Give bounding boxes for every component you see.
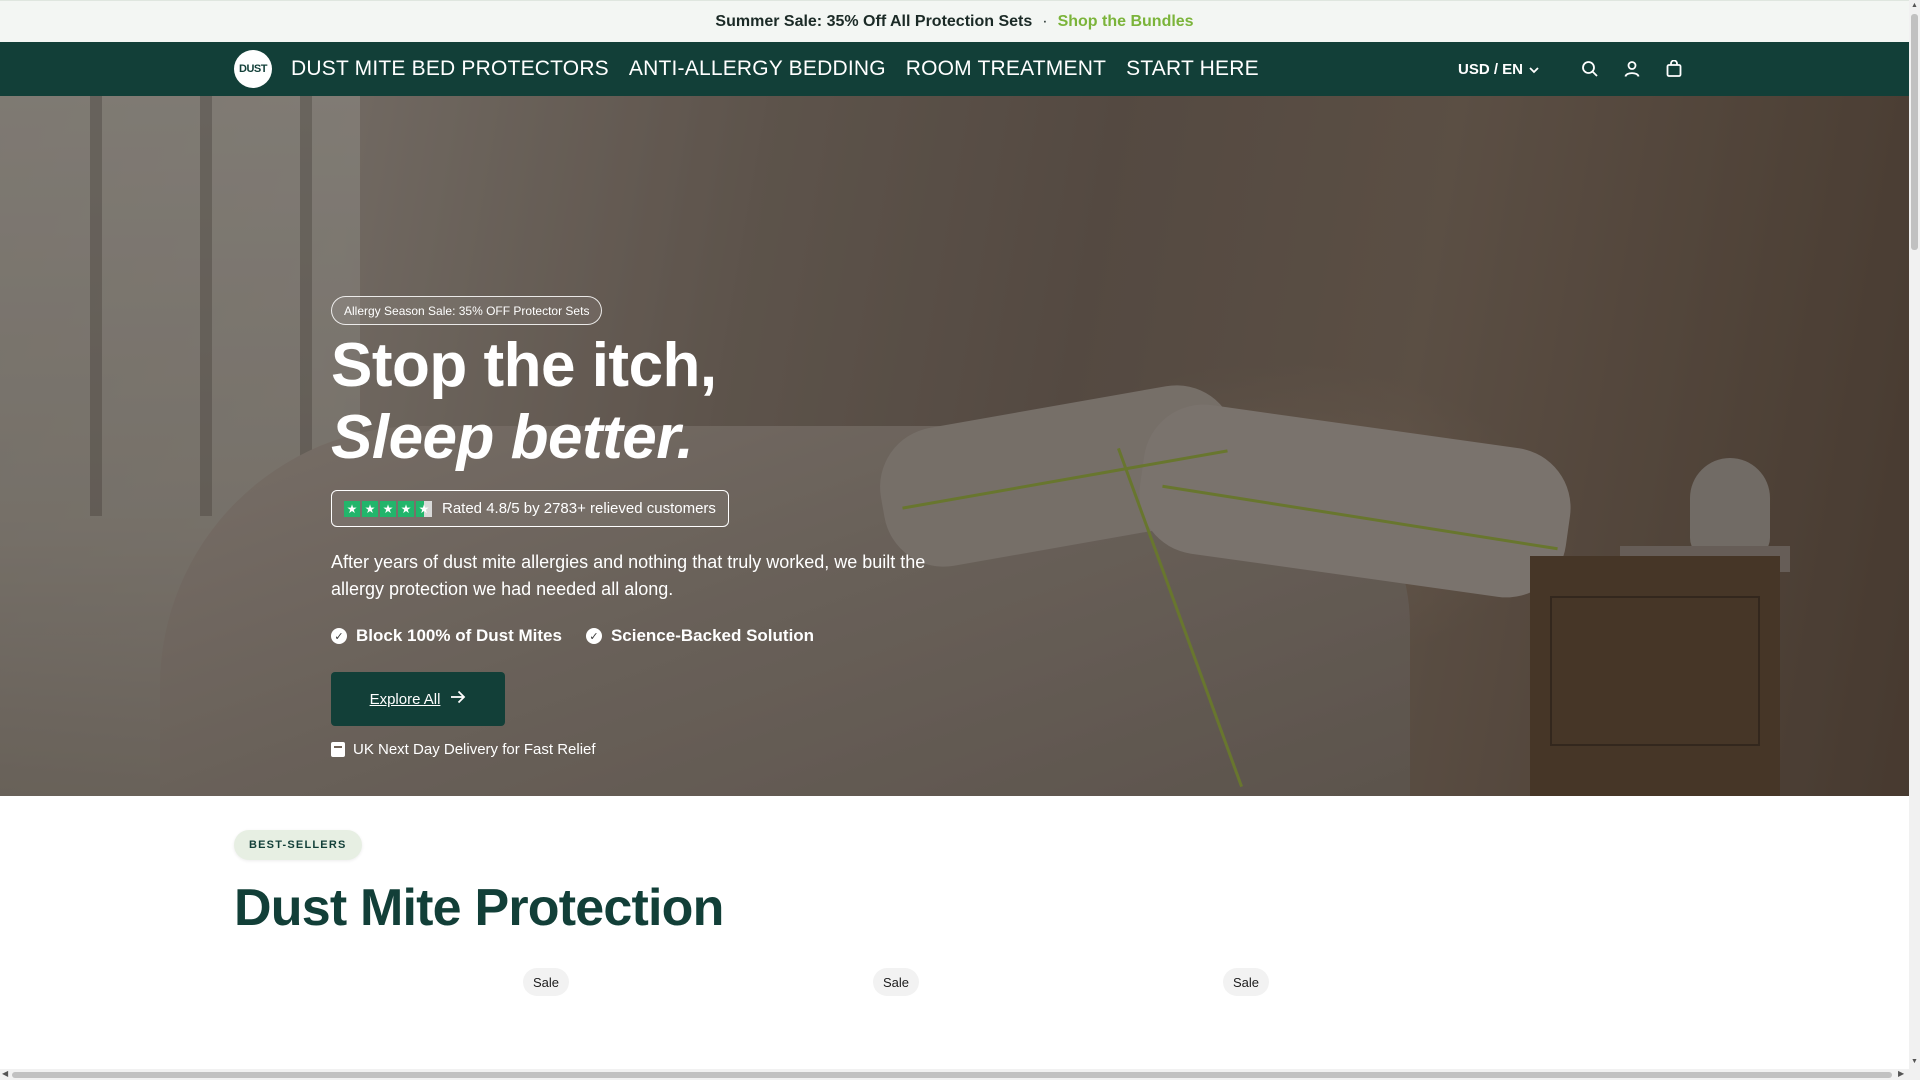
account-icon[interactable]	[1621, 58, 1643, 80]
explore-all-label: Explore All	[369, 690, 441, 708]
scroll-down-arrow-icon[interactable]: ▼	[1911, 1058, 1918, 1065]
site-header: DUST DUST MITE BED PROTECTORS ANTI-ALLER…	[0, 42, 1909, 96]
currency-selector[interactable]: USD / EN	[1458, 61, 1539, 78]
sale-badge: Sale	[1223, 968, 1270, 996]
horizontal-scrollbar-thumb[interactable]	[12, 1072, 1892, 1078]
scroll-left-arrow-icon[interactable]: ◀	[2, 1069, 8, 1078]
bestsellers-badge: BEST-SELLERS	[234, 830, 362, 860]
half-star-icon: ★	[416, 500, 432, 517]
logo[interactable]: DUST	[234, 50, 272, 88]
sale-badge-text: Sale	[1233, 974, 1260, 990]
scroll-up-arrow-icon[interactable]: ▲	[1911, 2, 1918, 9]
promo-pill: Allergy Season Sale: 35% OFF Protector S…	[331, 296, 603, 325]
hero-description: After years of dust mite allergies and n…	[331, 552, 926, 599]
hero-headline: Stop the itch, Sleep better.	[331, 330, 717, 474]
feature-list: ✓ Block 100% of Dust Mites ✓ Science-Bac…	[331, 626, 814, 646]
hero-overlay	[0, 96, 1909, 796]
rating-badge[interactable]: ★ ★ ★ ★ ★ Rated 4.8/5 by 2783+ relieved …	[331, 490, 729, 527]
feature-item: ✓ Block 100% of Dust Mites	[331, 626, 562, 646]
star-icon: ★	[362, 500, 378, 517]
explore-all-button[interactable]: Explore All	[331, 672, 505, 726]
feature-label: Block 100% of Dust Mites	[356, 626, 562, 645]
nav-item-dust-mite-bed-protectors[interactable]: DUST MITE BED PROTECTORS	[291, 57, 609, 81]
star-rating: ★ ★ ★ ★ ★	[344, 500, 432, 517]
page: Summer Sale: 35% Off All Protection Sets…	[0, 0, 1920, 1080]
scroll-right-arrow-icon[interactable]: ▶	[1898, 1069, 1904, 1078]
arrow-right-icon	[450, 690, 466, 708]
currency-label: USD / EN	[1458, 60, 1524, 78]
star-icon: ★	[380, 500, 396, 517]
search-icon[interactable]	[1579, 58, 1601, 80]
bestsellers-badge-text: BEST-SELLERS	[249, 839, 347, 851]
vertical-scrollbar-thumb[interactable]	[1911, 14, 1918, 250]
delivery-note: UK Next Day Delivery for Fast Relief	[331, 741, 596, 758]
star-icon: ★	[398, 500, 414, 517]
promo-pill-text: Allergy Season Sale: 35% OFF Protector S…	[344, 303, 590, 318]
cart-icon[interactable]	[1663, 58, 1685, 80]
check-circle-icon: ✓	[585, 628, 602, 644]
sale-badge: Sale	[523, 968, 570, 996]
nav-item-room-treatment[interactable]: ROOM TREATMENT	[906, 57, 1106, 81]
sale-badge: Sale	[873, 968, 920, 996]
horizontal-scrollbar[interactable]: ◀ ▶	[0, 1069, 1909, 1080]
nav-item-start-here[interactable]: START HERE	[1126, 57, 1259, 81]
feature-item: ✓ Science-Backed Solution	[585, 626, 815, 646]
vertical-scrollbar[interactable]: ▲ ▼	[1909, 0, 1920, 1080]
announcement-bar: Summer Sale: 35% Off All Protection Sets…	[0, 0, 1909, 42]
main-nav: DUST MITE BED PROTECTORS ANTI-ALLERGY BE…	[291, 42, 1259, 96]
sale-badge-text: Sale	[533, 974, 560, 990]
headline-line-2: Sleep better.	[331, 403, 694, 472]
delivery-text: UK Next Day Delivery for Fast Relief	[353, 741, 596, 758]
header-utilities: USD / EN	[1458, 42, 1685, 96]
logo-text: DUST	[239, 63, 267, 75]
hero-banner: Allergy Season Sale: 35% OFF Protector S…	[0, 96, 1909, 796]
check-circle-icon: ✓	[331, 628, 347, 644]
sale-badge-text: Sale	[883, 974, 910, 990]
shop-bundles-link[interactable]: Shop the Bundles	[1058, 13, 1194, 31]
announcement-text: Summer Sale: 35% Off All Protection Sets	[715, 12, 1033, 30]
nav-item-anti-allergy-bedding[interactable]: ANTI-ALLERGY BEDDING	[629, 57, 886, 81]
delivery-box-icon	[331, 742, 345, 757]
feature-label: Science-Backed Solution	[610, 626, 815, 645]
chevron-down-icon	[1529, 61, 1539, 78]
headline-line-1: Stop the itch,	[331, 331, 717, 400]
section-title: Dust Mite Protection	[234, 879, 724, 937]
star-icon: ★	[344, 500, 360, 517]
rating-text: Rated 4.8/5 by 2783+ relieved customers	[442, 500, 716, 517]
announcement-separator: ·	[1042, 12, 1048, 30]
